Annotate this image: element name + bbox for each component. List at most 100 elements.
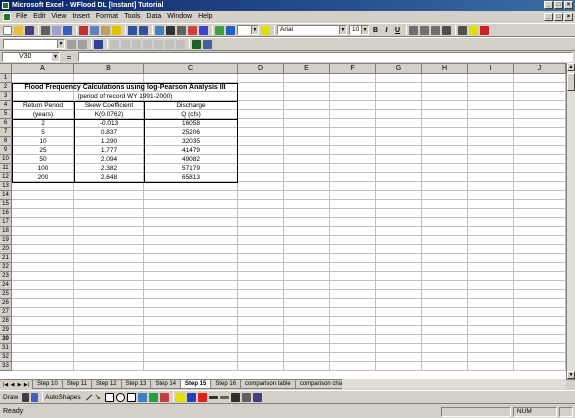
toolbar-icon-8[interactable] bbox=[165, 39, 174, 49]
row-header-31[interactable]: 31 bbox=[0, 344, 12, 353]
table-data-cell[interactable]: 1.290 bbox=[74, 137, 144, 146]
font-color-icon[interactable] bbox=[480, 25, 489, 35]
row-header-6[interactable]: 6 bbox=[0, 119, 12, 128]
dash-style-icon[interactable] bbox=[219, 395, 229, 399]
tab-step-15[interactable]: Step 15 bbox=[180, 380, 212, 389]
formula-input[interactable] bbox=[78, 52, 573, 62]
line-style-icon[interactable] bbox=[208, 395, 218, 399]
row-header-19[interactable]: 19 bbox=[0, 236, 12, 245]
copy-icon[interactable] bbox=[90, 25, 99, 35]
hyperlink-icon[interactable] bbox=[155, 25, 164, 35]
select-objects-icon[interactable] bbox=[22, 392, 30, 402]
wordart-icon[interactable] bbox=[137, 392, 147, 402]
open-icon[interactable] bbox=[14, 25, 23, 35]
toolbar-icon-7[interactable] bbox=[154, 39, 163, 49]
table-data-cell[interactable]: 41479 bbox=[144, 146, 238, 155]
next-tab-icon[interactable]: ▶ bbox=[16, 381, 23, 389]
picture-icon[interactable] bbox=[159, 392, 169, 402]
row-header-17[interactable]: 17 bbox=[0, 218, 12, 227]
minimize-button[interactable]: _ bbox=[544, 1, 553, 9]
row-header-15[interactable]: 15 bbox=[0, 200, 12, 209]
select-all-corner[interactable] bbox=[0, 64, 12, 74]
zoom-combo[interactable]: ▼ bbox=[237, 25, 259, 35]
table-data-cell[interactable]: 10 bbox=[12, 137, 74, 146]
tab-comparison-table[interactable]: comparison table bbox=[240, 380, 296, 389]
table-data-cell[interactable]: 2 bbox=[12, 119, 74, 128]
horizontal-scrollbar[interactable] bbox=[342, 379, 566, 389]
scroll-up-arrow[interactable]: ▲ bbox=[567, 63, 575, 71]
paste-icon[interactable] bbox=[101, 25, 110, 35]
help-icon[interactable] bbox=[261, 25, 270, 35]
column-header-h[interactable]: H bbox=[422, 64, 468, 74]
menu-insert[interactable]: Insert bbox=[69, 11, 93, 23]
table-header-cell[interactable]: Skew Coefficient bbox=[74, 101, 144, 110]
menu-window[interactable]: Window bbox=[164, 11, 195, 23]
tab-step-11[interactable]: Step 11 bbox=[61, 380, 92, 389]
table-data-cell[interactable]: 2.094 bbox=[74, 155, 144, 164]
cut-icon[interactable] bbox=[79, 25, 88, 35]
column-header-a[interactable]: A bbox=[12, 64, 74, 74]
sort-descending-icon[interactable] bbox=[199, 25, 208, 35]
row-header-27[interactable]: 27 bbox=[0, 308, 12, 317]
column-header-g[interactable]: G bbox=[376, 64, 422, 74]
table-data-cell[interactable]: 25 bbox=[12, 146, 74, 155]
style-combo[interactable]: ▼ bbox=[3, 39, 65, 49]
draw-menu[interactable]: Draw bbox=[3, 394, 18, 401]
autosum-icon[interactable] bbox=[166, 25, 175, 35]
fill-color-draw-icon[interactable] bbox=[175, 392, 185, 402]
menu-tools[interactable]: Tools bbox=[121, 11, 143, 23]
sort-ascending-icon[interactable] bbox=[188, 25, 197, 35]
row-header-5[interactable]: 5 bbox=[0, 110, 12, 119]
chart-wizard-icon[interactable] bbox=[215, 25, 224, 35]
align-right-icon[interactable] bbox=[431, 25, 440, 35]
first-tab-icon[interactable]: |◀ bbox=[2, 381, 9, 389]
menu-data[interactable]: Data bbox=[143, 11, 164, 23]
underline-button[interactable]: U bbox=[393, 27, 402, 34]
chart-type-icon[interactable] bbox=[94, 39, 103, 49]
row-header-14[interactable]: 14 bbox=[0, 191, 12, 200]
drawing-icon[interactable] bbox=[226, 25, 235, 35]
row-header-26[interactable]: 26 bbox=[0, 299, 12, 308]
menu-edit[interactable]: Edit bbox=[30, 11, 48, 23]
tab-step-16[interactable]: Step 16 bbox=[210, 380, 242, 389]
print-preview-icon[interactable] bbox=[52, 25, 61, 35]
rectangle-icon[interactable] bbox=[104, 392, 114, 402]
column-header-f[interactable]: F bbox=[330, 64, 376, 74]
workbook-icon[interactable] bbox=[3, 13, 11, 21]
toolbar-icon-2[interactable] bbox=[78, 39, 87, 49]
line-icon[interactable] bbox=[85, 393, 92, 401]
maximize-button[interactable]: □ bbox=[554, 1, 563, 9]
close-button[interactable]: × bbox=[564, 1, 573, 9]
italic-button[interactable]: I bbox=[382, 27, 391, 34]
scroll-thumb[interactable] bbox=[567, 73, 575, 91]
macro-icon[interactable] bbox=[192, 39, 201, 49]
row-header-21[interactable]: 21 bbox=[0, 254, 12, 263]
table-data-cell[interactable]: 2.382 bbox=[74, 164, 144, 173]
last-tab-icon[interactable]: ▶| bbox=[23, 381, 30, 389]
font-size-combo[interactable]: 10 ▼ bbox=[349, 25, 369, 35]
row-header-1[interactable]: 1 bbox=[0, 74, 12, 83]
table-data-cell[interactable]: 50 bbox=[12, 155, 74, 164]
row-header-9[interactable]: 9 bbox=[0, 146, 12, 155]
row-header-2[interactable]: 2 bbox=[0, 83, 12, 92]
undo-icon[interactable] bbox=[128, 25, 137, 35]
toolbar-icon-3[interactable] bbox=[110, 39, 119, 49]
row-header-32[interactable]: 32 bbox=[0, 353, 12, 362]
prev-tab-icon[interactable]: ◀ bbox=[9, 381, 16, 389]
tab-step-13[interactable]: Step 13 bbox=[120, 380, 152, 389]
align-center-icon[interactable] bbox=[420, 25, 429, 35]
column-header-i[interactable]: I bbox=[468, 64, 514, 74]
table-data-cell[interactable]: 0.837 bbox=[74, 128, 144, 137]
autoshapes-menu[interactable]: AutoShapes bbox=[45, 394, 80, 401]
column-header-b[interactable]: B bbox=[74, 64, 144, 74]
equals-sign[interactable]: = bbox=[60, 53, 78, 62]
row-header-18[interactable]: 18 bbox=[0, 227, 12, 236]
scroll-down-arrow[interactable]: ▼ bbox=[567, 371, 575, 379]
toolbar-icon-4[interactable] bbox=[121, 39, 130, 49]
table-data-cell[interactable]: 200 bbox=[12, 173, 74, 182]
table-data-cell[interactable]: 16058 bbox=[144, 119, 238, 128]
redo-icon[interactable] bbox=[139, 25, 148, 35]
row-header-33[interactable]: 33 bbox=[0, 362, 12, 371]
3d-icon[interactable] bbox=[252, 392, 262, 402]
column-header-d[interactable]: D bbox=[238, 64, 284, 74]
